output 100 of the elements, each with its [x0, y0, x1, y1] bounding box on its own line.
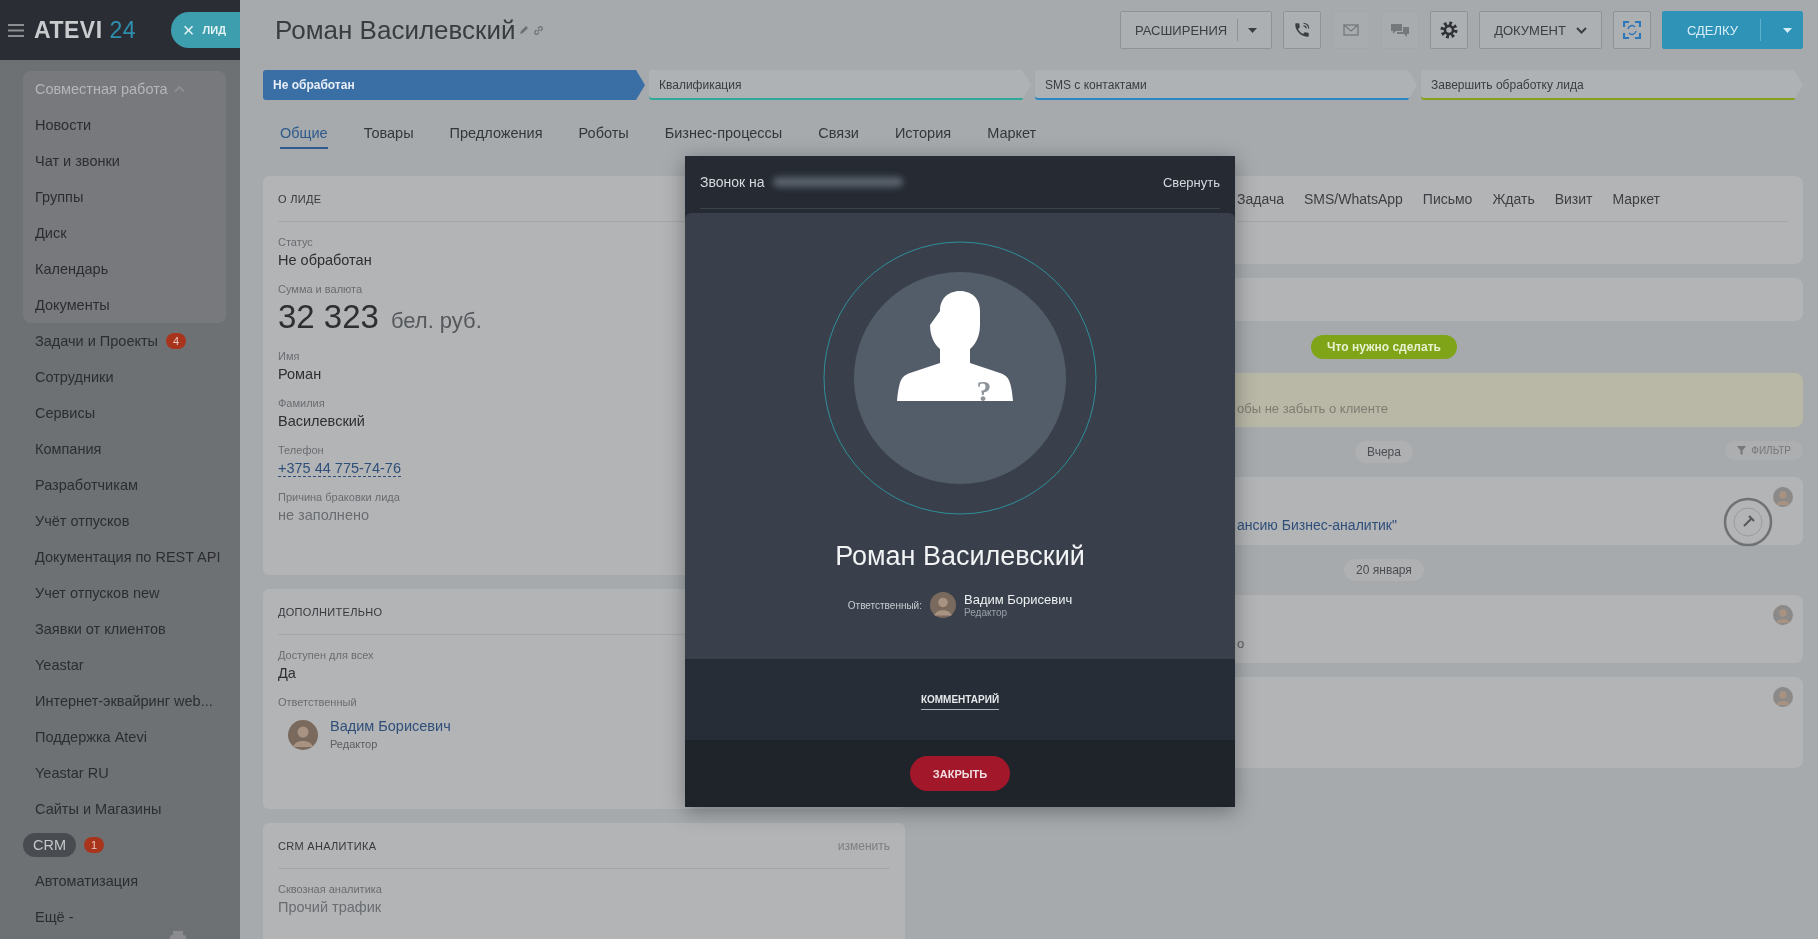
- menu-item[interactable]: Yeastar RU: [35, 762, 109, 784]
- menu-icon[interactable]: [8, 23, 24, 37]
- field-value: Василевский: [278, 413, 365, 429]
- card-title: CRM АНАЛИТИКА: [278, 839, 377, 852]
- field-label: Фамилия: [278, 397, 326, 409]
- responsible-label: Ответственный:: [847, 599, 922, 611]
- caller-avatar-drawing: ?: [823, 241, 1097, 515]
- user-role: Редактор: [964, 607, 1009, 618]
- field-value: Не обработан: [278, 252, 372, 268]
- stage-step[interactable]: Квалификация: [649, 70, 1031, 100]
- menu-item[interactable]: Ещё -: [35, 906, 74, 928]
- activity-tab[interactable]: Письмо: [1422, 190, 1473, 207]
- menu-item[interactable]: Учет отпусков new: [35, 582, 160, 604]
- menu-item[interactable]: Чат и звонки: [35, 150, 120, 172]
- create-deal-button[interactable]: СДЕЛКУ: [1661, 11, 1803, 49]
- avatar: [1773, 687, 1793, 707]
- field-value: Да: [278, 665, 296, 681]
- link-icon[interactable]: [533, 24, 545, 36]
- frame-corners-icon: [1622, 21, 1641, 39]
- menu-item[interactable]: Диск: [35, 222, 67, 244]
- menu-item[interactable]: Заявки от клиентов: [35, 618, 166, 640]
- activity-link[interactable]: ансию Бизнес-аналитик": [1237, 517, 1397, 533]
- activity-tab[interactable]: Визит: [1554, 190, 1593, 207]
- document-button[interactable]: ДОКУМЕНТ: [1479, 11, 1602, 49]
- tab[interactable]: История: [894, 118, 952, 149]
- menu-item[interactable]: Документы: [35, 294, 110, 316]
- envelope-icon: [1343, 24, 1360, 36]
- todo-badge: Что нужно сделать: [1311, 335, 1457, 359]
- phone-link[interactable]: +375 44 775-74-76: [278, 460, 401, 477]
- menu-item[interactable]: Автоматизация: [35, 870, 139, 892]
- stage-step[interactable]: SMS с контактами: [1035, 70, 1417, 100]
- settings-icon: [1440, 21, 1459, 39]
- logo-text: ATEVI 24: [34, 16, 136, 44]
- user-role: Редактор: [330, 738, 378, 750]
- field-label: Сумма и валюта: [278, 283, 364, 295]
- tab[interactable]: Товары: [363, 118, 414, 149]
- avatar: [1773, 605, 1793, 625]
- menu-item[interactable]: Сотрудники: [35, 366, 114, 388]
- menu-item[interactable]: CRM: [23, 833, 77, 857]
- avatar: [288, 720, 318, 750]
- user-name: Вадим Борисевич: [964, 592, 1073, 607]
- activity-tab[interactable]: SMS/WhatsApp: [1304, 190, 1403, 207]
- counter-badge: 4: [166, 333, 187, 349]
- caller-name: Роман Василевский: [835, 541, 1085, 572]
- extensions-button[interactable]: РАСШИРЕНИЯ: [1119, 11, 1273, 49]
- field-label: Имя: [278, 350, 301, 362]
- field-label: Сквозная аналитика: [278, 883, 383, 895]
- caret-icon: [1783, 27, 1792, 33]
- field-label: Ответственный: [278, 696, 358, 708]
- field-label: Статус: [278, 236, 314, 248]
- field-label: Телефон: [278, 444, 325, 456]
- menu-item[interactable]: Календарь: [35, 258, 109, 280]
- close-chip[interactable]: × ЛИД: [170, 12, 240, 48]
- close-button[interactable]: ЗАКРЫТЬ: [909, 756, 1011, 791]
- activity-tab[interactable]: Ждать: [1492, 190, 1535, 207]
- user-link[interactable]: Вадим Борисевич: [330, 718, 451, 734]
- call-title: Звонок на: [700, 174, 765, 190]
- group-title[interactable]: Совместная работа: [35, 81, 168, 97]
- tab[interactable]: Связи: [818, 118, 859, 149]
- stage-step[interactable]: Не обработан: [263, 70, 645, 100]
- menu-item[interactable]: Учёт отпусков: [35, 510, 130, 532]
- comment-tab[interactable]: КОММЕНТАРИЙ: [920, 689, 1000, 710]
- activity-text: о: [1237, 636, 1245, 651]
- card-title: О ЛИДЕ: [278, 192, 322, 205]
- minimize-button[interactable]: Свернуть: [1163, 174, 1220, 190]
- activity-tab[interactable]: Маркет: [1612, 190, 1660, 207]
- menu-item[interactable]: Интернет-эквайринг web...: [35, 690, 213, 712]
- activity-tab[interactable]: Задача: [1237, 190, 1284, 207]
- phone-icon: [1293, 21, 1312, 39]
- field-label: Доступен для всех: [278, 649, 375, 661]
- currency-value: бел. руб.: [390, 308, 482, 334]
- tab[interactable]: Предложения: [449, 118, 543, 149]
- menu-item[interactable]: Задачи и Проекты: [35, 330, 159, 352]
- pin-button[interactable]: [1723, 497, 1773, 547]
- tab[interactable]: Роботы: [578, 118, 629, 149]
- menu-item[interactable]: Новости: [35, 114, 92, 136]
- call-button[interactable]: [1283, 11, 1322, 49]
- menu-item[interactable]: Документация по REST API: [35, 546, 221, 568]
- menu-item[interactable]: Сайты и Магазины: [35, 798, 162, 820]
- page-title: Роман Василевский: [275, 14, 516, 46]
- menu-item[interactable]: Yeastar: [35, 654, 84, 676]
- menu-item[interactable]: Группы: [35, 186, 84, 208]
- field-value: не заполнено: [278, 507, 369, 523]
- menu-item[interactable]: Поддержка Atevi: [35, 726, 147, 748]
- menu-item[interactable]: Сервисы: [35, 402, 96, 424]
- menu-item[interactable]: Компания: [35, 438, 102, 460]
- counter-badge: 1: [84, 837, 105, 853]
- tab[interactable]: Общие: [280, 118, 328, 149]
- tab[interactable]: Маркет: [987, 118, 1037, 149]
- settings-button[interactable]: [1430, 11, 1469, 49]
- pencil-icon[interactable]: [519, 25, 530, 35]
- date-badge: 20 января: [1344, 559, 1424, 581]
- avatar: [930, 592, 956, 618]
- card-title: ДОПОЛНИТЕЛЬНО: [278, 605, 383, 618]
- field-label: Причина браковки лида: [278, 491, 401, 503]
- menu-item[interactable]: Разработчикам: [35, 474, 138, 496]
- amount-value: 32 323: [278, 298, 379, 336]
- stage-step[interactable]: Завершить обработку лида: [1421, 70, 1803, 100]
- scan-button[interactable]: [1612, 11, 1651, 49]
- tab[interactable]: Бизнес-процессы: [664, 118, 783, 149]
